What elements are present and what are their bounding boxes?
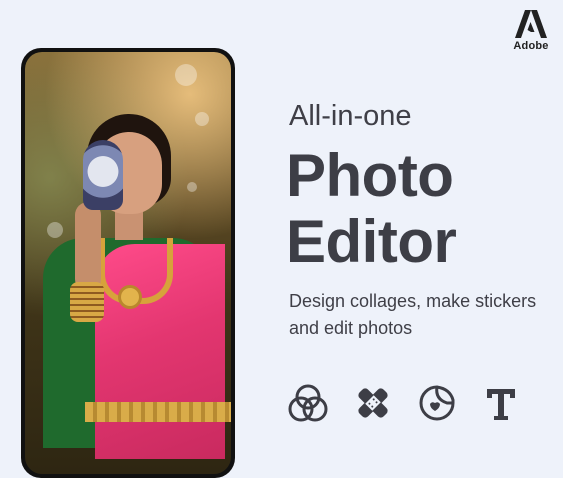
description-line-1: Design collages, make stickers	[289, 291, 537, 311]
sticker-peel-icon	[419, 385, 455, 421]
photo-neck	[115, 210, 143, 240]
sticker-bandage-icon	[358, 388, 388, 418]
bokeh-light	[47, 222, 63, 238]
adobe-mark-icon	[515, 10, 547, 38]
headline-title-line-2: Editor	[286, 208, 457, 275]
bokeh-light	[195, 112, 209, 126]
headline-subtitle: All-in-one	[289, 100, 412, 132]
adobe-logo: Adobe	[511, 10, 551, 52]
bokeh-light	[175, 64, 197, 86]
description-line-2: and edit photos	[289, 318, 413, 338]
phone-screen-photo	[25, 52, 231, 474]
feature-icons-row	[288, 383, 528, 423]
photo-pendant	[121, 288, 139, 306]
photo-ornament	[83, 140, 123, 210]
description: Design collages, make stickers and edit …	[289, 288, 559, 342]
photo-arm	[75, 202, 101, 292]
layers-circles-icon	[288, 384, 328, 422]
adobe-wordmark: Adobe	[513, 40, 549, 52]
photo-bangles	[70, 282, 104, 322]
bokeh-light	[187, 182, 197, 192]
phone-mockup	[21, 48, 235, 478]
headline-title-line-1: Photo	[286, 142, 454, 209]
photo-belt	[85, 402, 231, 422]
text-icon	[487, 389, 515, 420]
